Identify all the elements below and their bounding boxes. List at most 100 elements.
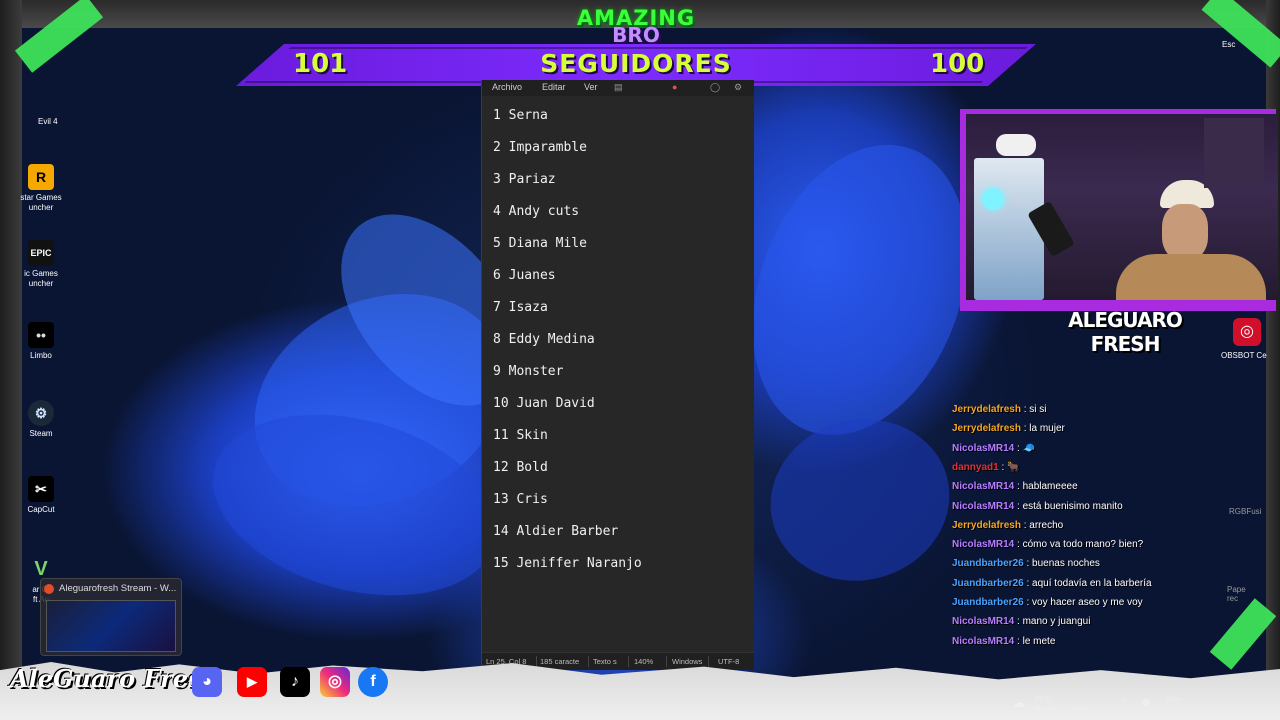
pc-fan [982,188,1004,210]
desktop-icon-label[interactable]: Pape rec [1227,585,1246,603]
desktop-icon-limbo[interactable]: •• Limbo [18,322,64,361]
status-zoom: 140% [634,657,654,666]
streamer-body [1116,254,1266,300]
microphone-icon[interactable]: ● [1142,697,1151,708]
menu-editar[interactable]: Editar [542,82,566,92]
chat-text: está buenisimo manito [1022,500,1123,512]
chat-username[interactable]: dannyad1 [952,462,999,473]
chat-username[interactable]: NicolasMR14 [952,481,1014,492]
steam-icon: ⚙ [28,400,54,426]
notepad-line: 15 Jeniffer Naranjo [493,556,642,571]
chat-text: voy hacer aseo y me voy [1032,597,1143,608]
notepad-line: 10 Juan David [493,396,595,411]
status-line-ending: Windows [672,657,703,666]
taskbar-preview-thumbnail[interactable] [46,600,176,652]
chat-message: NicolasMR14 : está buenisimo manito [952,501,1123,512]
youtube-icon: ▶ [237,667,267,697]
account-icon[interactable]: ◯ [710,82,720,93]
desktop-icon-rockstar[interactable]: R star Games uncher [18,164,64,213]
chat-text: le mete [1022,635,1056,647]
chat-message: Jerrydelafresh : la mujer [952,423,1065,434]
chat-username[interactable]: Juandbarber26 [952,597,1024,608]
notepad-window[interactable]: Archivo Editar Ver ▤ ● ◯ ⚙ 1 Serna 2 Impa… [481,80,754,670]
notepad-text-area[interactable]: 1 Serna 2 Imparamble 3 Pariaz 4 Andy cuts 5 … [482,96,754,652]
chat-separator: : [1014,539,1023,551]
chat-text: mano y juangui [1022,616,1091,628]
chat-message: NicolasMR14 : 🧢 [952,443,1035,454]
chat-message: NicolasMR14 : hablameeee [952,481,1078,492]
menu-ver[interactable]: Ver [584,82,598,92]
menu-archivo[interactable]: Archivo [492,82,522,92]
tiktok-icon: ♪ [280,667,310,697]
follower-goal-label: SEGUIDORES [540,49,732,78]
capcut-icon: ✂ [28,476,54,502]
chat-text: si si [1029,404,1047,415]
chat-separator: : [1014,635,1023,647]
notepad-menubar: Archivo Editar Ver ▤ ● ◯ ⚙ [482,80,754,96]
notepad-line: 1 Serna [493,108,548,123]
chat-text: aquí todavía en la barbería [1032,577,1152,589]
streamer-name: ALEGUARO FRESH [1068,308,1183,356]
weather-desc: Mayorm. nublado [1034,704,1092,713]
status-separator [708,656,709,667]
desktop-icon-steam[interactable]: ⚙ Steam [18,400,64,439]
brand-subtitle: BRO [612,23,660,47]
chat-separator: : [1014,481,1023,493]
desktop-icon-label[interactable]: Evil 4 [38,117,58,126]
streamer-face [1162,204,1208,260]
chat-username[interactable]: Juandbarber26 [952,558,1024,569]
chat-username[interactable]: NicolasMR14 [952,616,1014,627]
status-separator [628,656,629,667]
desktop-icon-label[interactable]: OBSBOT Ce [1221,351,1267,360]
format-icon[interactable]: ▤ [614,82,623,93]
chat-username[interactable]: Juandbarber26 [952,578,1024,589]
chat-username[interactable]: NicolasMR14 [952,636,1014,647]
status-char-count: 185 caracte [540,657,580,666]
weather-icon: ☁ [1012,696,1025,711]
chat-message: Juandbarber26 : buenas noches [952,558,1100,569]
chat-message: NicolasMR14 : le mete [952,636,1055,647]
epic-games-icon: EPIC [28,240,54,266]
tray-chevron-up-icon[interactable]: ^ [1120,698,1128,708]
chat-separator: : [1014,442,1023,454]
chat-text: hablameeee [1022,481,1078,493]
settings-gear-icon[interactable]: ⚙ [734,82,742,93]
notepad-line: 2 Imparamble [493,140,587,155]
chat-username[interactable]: NicolasMR14 [952,501,1014,512]
notepad-line: 7 Isaza [493,300,548,315]
chat-username[interactable]: Jerrydelafresh [952,520,1021,531]
desktop-icon-label[interactable]: Esc [1222,40,1235,49]
chat-text: 🧢 [1022,442,1036,454]
chat-message: Juandbarber26 : voy hacer aseo y me voy [952,597,1143,608]
chat-message: Jerrydelafresh : arrecho [952,520,1063,531]
desktop-icon-epic-games[interactable]: EPIC ic Games uncher [18,240,64,289]
desktop-icon-label: CapCut [27,505,55,514]
status-separator [588,656,589,667]
language-indicator[interactable]: ESP [1166,695,1181,704]
chat-message: Jerrydelafresh : si si [952,404,1047,415]
desktop-icon-label: Steam [29,429,53,438]
chat-message: Juandbarber26 : aquí todavía en la barbe… [952,578,1152,589]
desktop-icon-label[interactable]: RGBFusi [1229,507,1261,516]
chat-username[interactable]: Jerrydelafresh [952,404,1021,415]
desktop-icon-label: star Games uncher [20,193,62,212]
desktop-icon-label: Limbo [30,351,52,360]
notepad-line: 5 Diana Mile [493,236,587,251]
chat-username[interactable]: Jerrydelafresh [952,423,1021,434]
follower-current-count: 101 [293,49,348,79]
status-encoding: UTF-8 [718,657,740,666]
desktop-icon-capcut[interactable]: ✂ CapCut [18,476,64,515]
copilot-icon[interactable]: ● [672,82,677,92]
chat-separator: : [1014,500,1023,512]
chat-text: arrecho [1029,519,1064,531]
status-format: Texto s [593,657,617,666]
controller-icon [996,134,1036,156]
chat-username[interactable]: NicolasMR14 [952,443,1014,454]
desktop-icon-label: ic Games uncher [24,269,58,288]
chat-username[interactable]: NicolasMR14 [952,539,1014,550]
obsbot-icon[interactable]: ◎ [1233,318,1261,346]
pc-case [974,158,1044,300]
chat-separator: : [1023,558,1033,570]
notepad-line: 8 Eddy Medina [493,332,595,347]
social-brand-name: AleGuaro Fresh [10,664,220,693]
